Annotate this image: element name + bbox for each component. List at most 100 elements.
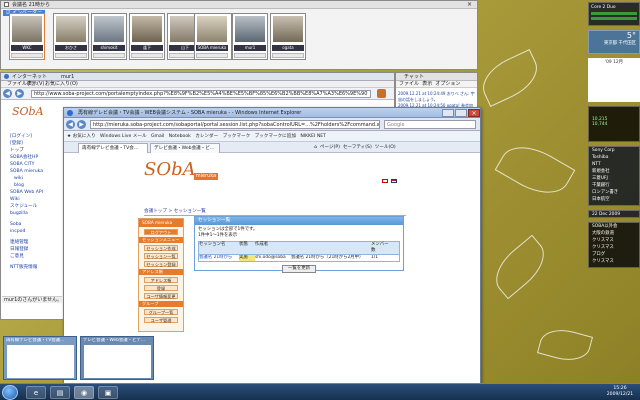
link-wiki[interactable]: wiki [2,175,62,182]
fav-gmail[interactable]: Gmail [151,134,164,139]
address-bar[interactable]: http://www.soba-project.com/portalemptyi… [31,90,371,98]
link-schedule[interactable]: スケジュール [2,203,62,210]
group-list-button[interactable]: グループ一覧 [144,309,178,315]
volume-slider[interactable] [196,53,228,58]
participant-tile[interactable]: ogata [270,13,306,60]
clock[interactable]: 15:26 2009/12/21 [602,386,638,400]
volume-slider[interactable] [234,53,266,58]
fav-nikkei[interactable]: NIKKEI NET [300,134,326,139]
toolbar-icon[interactable] [377,89,386,98]
home-icon[interactable]: ⌂ [314,145,317,150]
link-soba-mieruka[interactable]: SOBA mieruka [2,168,62,175]
user-info-button[interactable]: ユーザ情報変更 [144,293,178,299]
breadcrumb[interactable]: 会議トップ > セッション一覧 [144,208,206,214]
link-soba-company[interactable]: SOBA会社HP [2,154,62,161]
news-item[interactable]: Sony Corp [589,147,639,154]
close-icon[interactable]: × [468,109,480,117]
participant-tile[interactable]: おひさ [53,13,89,60]
maximize-icon[interactable] [455,109,467,117]
address-book-button[interactable]: アドレス帳 [144,277,178,283]
chat-menu-file[interactable]: ファイル [399,81,419,87]
link-top[interactable]: トップ [2,147,62,154]
feed-item[interactable]: 大阪の鉄道 [589,230,639,237]
session-list-button[interactable]: セッション一覧 [144,253,178,259]
volume-slider[interactable] [131,53,163,58]
flag-jp-icon[interactable] [382,179,388,183]
tools-menu[interactable]: ツール(O) [375,145,396,150]
table-row[interactable]: 会議名 21時から 実施 shi.odo@soba 会議名 21時から（21時か… [198,255,400,262]
browser-taskbar-icon[interactable]: ◉ [74,386,94,399]
link-register[interactable]: [登録] [2,140,62,147]
ie-taskbar-icon[interactable]: e [26,386,46,399]
forward-icon[interactable]: ▶ [15,89,24,98]
volume-slider[interactable] [93,53,125,58]
volume-slider[interactable] [55,53,87,58]
participant-tile[interactable]: SOBA mieruka [194,13,232,60]
link-ntt[interactable]: NTT販売情報 [2,264,62,271]
fav-live-mail[interactable]: Windows Live メール [100,134,147,139]
row-session-name[interactable]: 会議名 21時から [199,255,239,261]
fav-bookmark[interactable]: ブックマーク [223,134,251,139]
link-soba[interactable]: Soba [2,221,62,228]
fav-notebook[interactable]: Notebook [169,134,191,139]
user-manage-button[interactable]: ユーザ管理 [144,317,178,323]
menu-view[interactable]: 表示(V) [27,81,44,88]
favorites-button[interactable]: お気に入り [73,134,96,139]
link-feedback[interactable]: ご意見 [2,253,62,260]
news-item[interactable]: 日本航空 [589,196,639,203]
news-item[interactable]: 三菱UFJ [589,175,639,182]
participant-tile[interactable]: mur1 [232,13,268,60]
link-web-api[interactable]: SOBA Web API [2,189,62,196]
volume-slider[interactable] [272,53,304,58]
ie-search-box[interactable]: Google [384,120,476,129]
taskbar-preview[interactable]: 再有線デレビ会議・TV会議... [3,336,77,380]
news-item[interactable]: 新規会社 [589,168,639,175]
link-soba-city[interactable]: SOBA CITY [2,161,62,168]
minimize-icon[interactable] [442,109,454,117]
close-icon[interactable]: × [467,1,472,9]
logout-button[interactable]: ログアウト [144,229,178,235]
folder-taskbar-icon[interactable]: ▤ [50,386,70,399]
page-menu[interactable]: ページ(P) [320,145,340,150]
news-item[interactable]: ロシアン書き [589,189,639,196]
participant-tile[interactable]: WKC [9,13,45,60]
forward-icon[interactable]: ▶ [77,120,86,129]
safety-menu[interactable]: セーフティ(S) [343,145,372,150]
feed-item[interactable]: クリスマス [589,244,639,251]
link-bugzilla[interactable]: bugzilla [2,210,62,217]
session-register-button[interactable]: セッション登録 [144,261,178,267]
participant-tile[interactable]: shimokit [91,13,127,60]
favorite-star-icon[interactable]: ★ [64,134,71,139]
feed-item[interactable]: クリスマス [589,258,639,265]
link-wiki-2[interactable]: Wiki [2,196,62,203]
link-incpod[interactable]: incpod [2,228,62,235]
start-button[interactable] [2,385,18,400]
link-daily-report[interactable]: 日報登録 [2,246,62,253]
app-taskbar-icon[interactable]: ▣ [98,386,118,399]
news-item[interactable]: 千葉銀行 [589,182,639,189]
session-create-button[interactable]: セッション作成 [144,245,178,251]
taskbar-preview[interactable]: デレビ会議・Web会議・ビデ... [80,336,154,380]
feed-item[interactable]: SOBA以外会 [589,223,639,230]
refresh-list-button[interactable]: 一覧を更新 [282,265,316,273]
address-register-button[interactable]: 登録 [144,285,178,291]
news-item[interactable]: Toshiba [589,154,639,161]
ie-tab-tv[interactable]: デレビ会議・Web会議・ビ... [150,143,220,153]
flag-us-icon[interactable] [391,179,397,183]
menu-favorites[interactable]: お気に入り(O) [45,81,78,88]
link-contact[interactable]: 連絡管理 [2,239,62,246]
link-blog[interactable]: blog [2,182,62,189]
news-item[interactable]: NTT [589,161,639,168]
chat-menu-view[interactable]: 表示 [422,81,432,87]
ie-tab-conference[interactable]: 再有線デレビ会議・TV会... [78,143,148,153]
back-icon[interactable]: ◀ [66,120,75,129]
ie-address-bar[interactable]: http://mieruka.soba-project.com/sobaport… [90,120,380,129]
link-login[interactable]: [ログイン] [2,133,62,140]
feed-item[interactable]: ブログ [589,251,639,258]
back-icon[interactable]: ◀ [3,89,12,98]
chat-menu-options[interactable]: オプション [435,81,460,87]
fav-add-bookmark[interactable]: ブックマークに追加 [255,134,296,139]
feed-item[interactable]: クリスマス [589,237,639,244]
fav-calendar[interactable]: カレンダー [195,134,218,139]
participant-tile[interactable]: 逢下 [129,13,165,60]
